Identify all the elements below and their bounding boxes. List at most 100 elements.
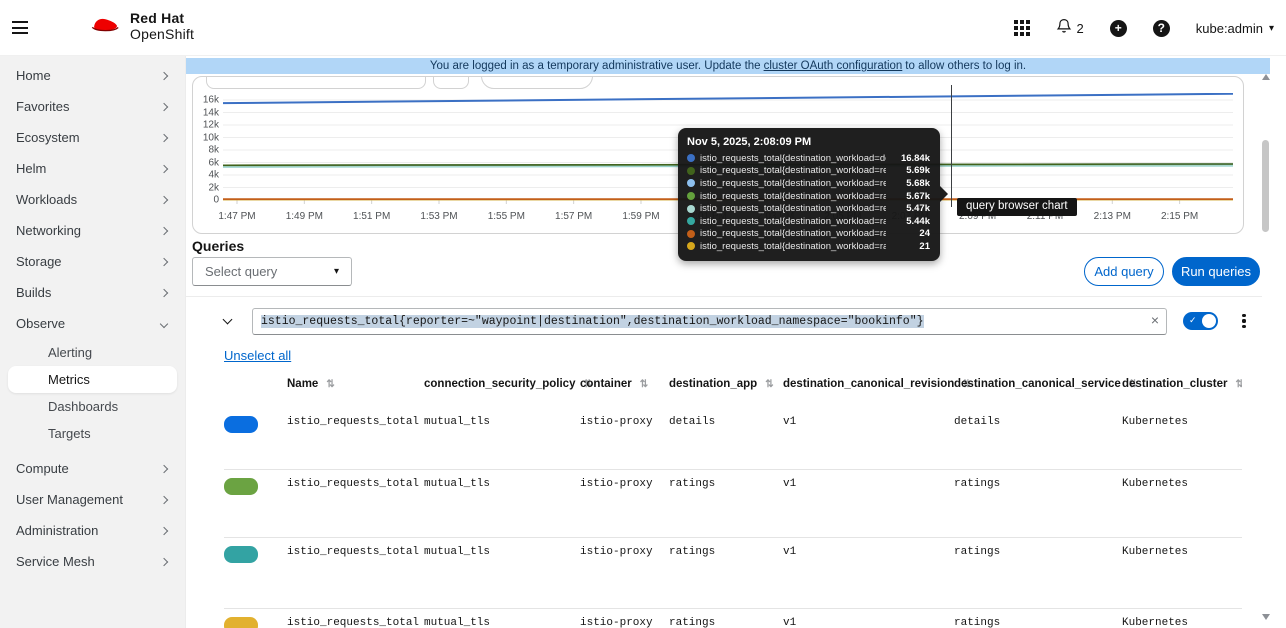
sidebar-item-networking[interactable]: Networking	[0, 215, 185, 246]
series-color-swatch[interactable]	[224, 617, 258, 628]
chevron-right-icon	[159, 164, 169, 173]
series-color-swatch[interactable]	[224, 416, 258, 433]
sidebar-item-administration[interactable]: Administration	[0, 515, 185, 546]
select-query-placeholder: Select query	[205, 264, 278, 279]
sidebar-item-label: Home	[16, 68, 51, 83]
section-divider	[186, 296, 1262, 297]
scroll-down-arrow[interactable]	[1262, 614, 1270, 620]
tooltip-series-value: 21	[919, 240, 930, 252]
banner-text-after: to allow others to log in.	[905, 60, 1027, 72]
table-cell: details	[954, 416, 1001, 428]
y-tick-label: 12k	[202, 119, 219, 131]
sidebar-item-alerting[interactable]: Alerting	[0, 339, 185, 366]
column-header-label: destination_canonical_revision	[783, 378, 955, 390]
table-cell: details	[669, 416, 716, 428]
sidebar-item-label: Administration	[16, 523, 99, 538]
table-cell: mutual_tls	[424, 617, 491, 628]
refresh-button-partial[interactable]	[433, 77, 469, 89]
y-tick-label: 14k	[202, 107, 219, 118]
check-icon: ✓	[1189, 315, 1197, 325]
timespan-dropdown-partial[interactable]	[206, 77, 426, 89]
table-cell: Kubernetes	[1122, 416, 1189, 428]
nav-toggle-hamburger-icon[interactable]	[12, 21, 28, 34]
column-header-label: connection_security_policy	[424, 378, 576, 390]
notifications-button[interactable]: 2	[1056, 18, 1084, 39]
scrollbar-thumb[interactable]	[1262, 140, 1269, 232]
clear-expression-icon[interactable]: ×	[1151, 312, 1159, 328]
tooltip-series-value: 16.84k	[900, 152, 930, 164]
chevron-right-icon	[159, 133, 169, 142]
brand-logo[interactable]: Red Hat OpenShift	[88, 10, 194, 42]
sidebar-item-service-mesh[interactable]: Service Mesh	[0, 546, 185, 577]
table-cell: mutual_tls	[424, 416, 491, 428]
sidebar-item-targets[interactable]: Targets	[0, 420, 185, 447]
sidebar-item-metrics[interactable]: Metrics	[8, 366, 177, 393]
sidebar-item-favorites[interactable]: Favorites	[0, 91, 185, 122]
query-kebab-menu[interactable]	[1234, 310, 1254, 332]
masthead: Red Hat OpenShift 2 + ? kube:admin ▾	[0, 0, 1286, 56]
help-button[interactable]: ?	[1152, 19, 1170, 37]
tooltip-series-label: istio_requests_total{destination_workloa…	[700, 152, 886, 164]
column-header-destination_cluster[interactable]: destination_cluster ⇅	[1122, 378, 1242, 390]
sidebar-item-label: Ecosystem	[16, 130, 80, 145]
table-row: istio_requests_total mutual_tls istio-prox…	[224, 470, 1242, 538]
scroll-up-arrow[interactable]	[1262, 74, 1270, 80]
user-menu[interactable]: kube:admin ▾	[1196, 21, 1274, 36]
sidebar-item-storage[interactable]: Storage	[0, 246, 185, 277]
table-cell: mutual_tls	[424, 478, 491, 490]
brand-text: Red Hat OpenShift	[130, 10, 195, 42]
sidebar-item-compute[interactable]: Compute	[0, 453, 185, 484]
table-cell: v1	[783, 546, 797, 558]
x-tick-label: 1:55 PM	[487, 211, 525, 222]
oauth-configuration-link[interactable]: cluster OAuth configuration	[764, 60, 903, 72]
collapse-query-chevron-icon[interactable]	[222, 314, 233, 325]
sort-icon: ⇅	[639, 378, 649, 390]
reset-zoom-button-partial[interactable]	[481, 77, 593, 89]
tooltip-series-row: istio_requests_total{destination_workloa…	[687, 228, 930, 241]
sidebar-item-label: Service Mesh	[16, 554, 95, 569]
add-query-button[interactable]: Add query	[1084, 257, 1164, 286]
y-tick-label: 2k	[208, 182, 219, 193]
series-dot-icon	[687, 192, 695, 201]
column-header-destination_canonical_service[interactable]: destination_canonical_service ⇅	[954, 378, 1137, 390]
x-tick-label: 1:53 PM	[420, 211, 458, 222]
sort-icon: ⇅	[765, 378, 774, 390]
column-header-destination_app[interactable]: destination_app ⇅	[669, 378, 783, 390]
table-cell: istio-proxy	[580, 546, 653, 558]
sidebar-item-ecosystem[interactable]: Ecosystem	[0, 122, 185, 153]
query-expression-input[interactable]: istio_requests_total{reporter=~"waypoint…	[252, 308, 1167, 335]
select-query-dropdown[interactable]: Select query ▾	[192, 257, 352, 286]
app-launcher-button[interactable]	[1013, 20, 1030, 36]
series-color-swatch[interactable]	[224, 478, 258, 495]
redhat-hat-icon	[88, 12, 122, 41]
unselect-all-link[interactable]: Unselect all	[224, 348, 291, 363]
tooltip-series-label: istio_requests_total{destination_workloa…	[700, 165, 886, 177]
table-cell: istio-proxy	[580, 617, 653, 628]
column-header-destination_canonical_revision[interactable]: destination_canonical_revision ⇅	[783, 378, 971, 390]
tooltip-series-label: istio_requests_total{destination_workloa…	[700, 215, 886, 227]
table-cell: istio-proxy	[580, 478, 653, 490]
series-color-swatch[interactable]	[224, 546, 258, 563]
sidebar-item-observe[interactable]: Observe	[0, 308, 185, 339]
series-dot-icon	[687, 154, 695, 163]
column-header-connection_security_policy[interactable]: connection_security_policy ⇅	[424, 378, 592, 390]
run-queries-button[interactable]: Run queries	[1172, 257, 1260, 286]
sidebar-item-user-management[interactable]: User Management	[0, 484, 185, 515]
column-header-container[interactable]: container ⇅	[580, 378, 669, 390]
tooltip-series-label: istio_requests_total{destination_workloa…	[700, 177, 886, 189]
table-cell: istio_requests_total	[287, 478, 420, 490]
tooltip-timestamp: Nov 5, 2025, 2:08:09 PM	[687, 136, 812, 148]
tooltip-series-value: 5.67k	[906, 190, 930, 202]
column-header-name[interactable]: Name ⇅	[287, 378, 424, 390]
sidebar-item-helm[interactable]: Helm	[0, 153, 185, 184]
x-tick-label: 1:47 PM	[218, 211, 256, 222]
import-yaml-button[interactable]: +	[1109, 19, 1127, 37]
y-tick-label: 6k	[208, 157, 219, 168]
sidebar-item-home[interactable]: Home	[0, 60, 185, 91]
enable-query-toggle[interactable]: ✓	[1183, 312, 1218, 330]
tooltip-series-row: istio_requests_total{destination_workloa…	[687, 190, 930, 203]
sidebar-item-builds[interactable]: Builds	[0, 277, 185, 308]
tooltip-series-value: 5.69k	[906, 165, 930, 177]
sidebar-item-workloads[interactable]: Workloads	[0, 184, 185, 215]
sidebar-item-dashboards[interactable]: Dashboards	[0, 393, 185, 420]
